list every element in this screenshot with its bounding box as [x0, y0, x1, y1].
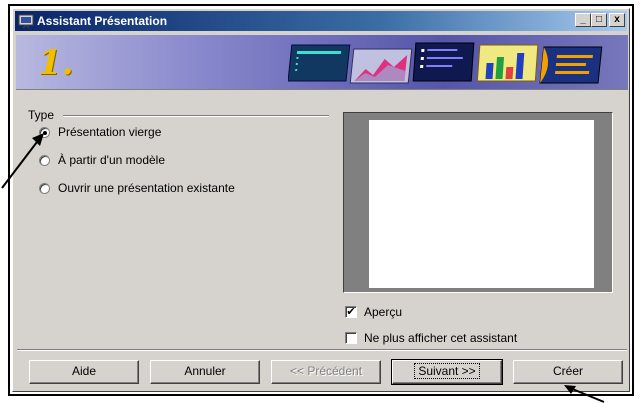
type-group-divider — [63, 115, 329, 117]
close-button[interactable]: x — [609, 13, 625, 27]
banner-slides-illustration — [288, 42, 603, 84]
create-button[interactable]: Créer — [513, 360, 623, 384]
radio-label: Ouvrir une présentation existante — [58, 181, 235, 195]
help-button[interactable]: Aide — [29, 360, 139, 384]
next-button-label: Suivant >> — [414, 363, 480, 379]
preview-pane — [343, 112, 613, 293]
window-title: Assistant Présentation — [37, 14, 168, 28]
preview-slide — [369, 120, 594, 288]
presentation-app-icon — [18, 14, 34, 29]
checkbox-box[interactable]: ✔ — [345, 306, 357, 318]
step-number: 1. — [38, 43, 74, 83]
annotation-arrow-bottom — [564, 385, 605, 403]
button-separator — [17, 349, 627, 351]
radio-blank-presentation[interactable]: Présentation vierge — [39, 125, 161, 139]
title-bar[interactable]: Assistant Présentation _ □ x — [15, 11, 627, 31]
checkbox-label: Ne plus afficher cet assistant — [364, 331, 518, 345]
next-button[interactable]: Suivant >> — [391, 359, 503, 385]
wizard-banner: 1. — [16, 35, 628, 90]
wizard-window: Assistant Présentation _ □ x 1. Type Pré… — [12, 8, 630, 392]
type-group-label: Type — [28, 108, 55, 122]
checkbox-label: Aperçu — [364, 305, 403, 319]
annotation-arrow-left — [1, 133, 44, 189]
cancel-button[interactable]: Annuler — [150, 360, 260, 384]
previous-button[interactable]: << Précédent — [271, 360, 381, 384]
radio-from-template[interactable]: À partir d'un modèle — [39, 153, 165, 167]
radio-label: À partir d'un modèle — [58, 153, 166, 167]
radio-label: Présentation vierge — [58, 125, 162, 139]
radio-open-existing[interactable]: Ouvrir une présentation existante — [39, 181, 235, 195]
maximize-button[interactable]: □ — [591, 13, 607, 27]
checkbox-preview[interactable]: ✔ Aperçu — [345, 305, 402, 319]
checkbox-dont-show-again[interactable]: Ne plus afficher cet assistant — [345, 331, 517, 345]
checkbox-box[interactable] — [345, 332, 357, 344]
minimize-button[interactable]: _ — [575, 13, 591, 27]
